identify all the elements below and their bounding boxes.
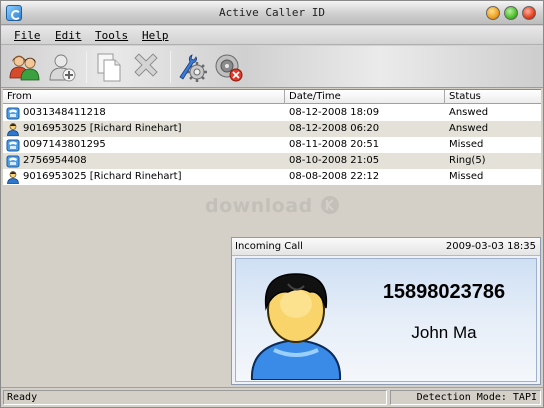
toolbar-separator	[170, 51, 171, 83]
caller-avatar-icon	[250, 273, 342, 380]
phone-icon	[6, 107, 20, 120]
delete-button[interactable]	[129, 50, 163, 84]
call-status: Missed	[449, 139, 484, 150]
minimize-button[interactable]	[486, 6, 500, 20]
menu-tools[interactable]: Tools	[95, 29, 128, 42]
settings-button[interactable]	[175, 50, 209, 84]
list-header: From Date/Time Status	[3, 90, 541, 104]
list-item[interactable]: 2756954408 08-10-2008 21:05 Ring(5)	[3, 153, 541, 169]
column-header-datetime[interactable]: Date/Time	[285, 90, 445, 104]
detection-mode-status: Detection Mode: TAPI	[390, 390, 541, 405]
call-status: Missed	[449, 171, 484, 182]
call-from: 2756954408	[23, 155, 87, 166]
disconnect-button[interactable]	[212, 50, 246, 84]
add-contact-icon	[49, 54, 76, 82]
copy-button[interactable]	[92, 50, 126, 84]
list-item[interactable]: 9016953025 [Richard Rinehart] 08-12-2008…	[3, 121, 541, 137]
status-text: Ready	[3, 390, 387, 405]
call-from: 9016953025 [Richard Rinehart]	[23, 123, 182, 134]
menu-file[interactable]: File	[14, 29, 41, 42]
person-icon	[7, 171, 19, 184]
contacts-button[interactable]	[7, 50, 41, 84]
copy-icon	[97, 53, 121, 82]
call-from: 0031348411218	[23, 107, 106, 118]
disconnect-icon	[215, 54, 243, 82]
list-item[interactable]: 0031348411218 08-12-2008 18:09 Answed	[3, 105, 541, 121]
incoming-call-body: 15898023786 John Ma	[235, 258, 537, 382]
delete-icon	[134, 53, 158, 77]
menu-help[interactable]: Help	[142, 29, 169, 42]
call-status: Ring(5)	[449, 155, 486, 166]
caller-name: John Ma	[411, 323, 477, 342]
column-header-from[interactable]: From	[3, 90, 285, 104]
person-icon	[7, 123, 19, 136]
watermark-logo-icon	[320, 196, 339, 214]
incoming-call-panel[interactable]: Incoming Call 2009-03-03 18:35 158980237…	[231, 237, 541, 385]
incoming-call-header: Incoming Call 2009-03-03 18:35	[232, 238, 540, 256]
call-datetime: 08-12-2008 18:09	[289, 107, 380, 118]
call-datetime: 08-08-2008 22:12	[289, 171, 380, 182]
call-datetime: 08-10-2008 21:05	[289, 155, 380, 166]
watermark-text: download	[205, 195, 313, 217]
menu-bar: File Edit Tools Help	[1, 26, 543, 45]
settings-icon	[179, 54, 207, 82]
call-datetime: 08-11-2008 20:51	[289, 139, 380, 150]
window-title: Active Caller ID	[219, 6, 325, 19]
menu-edit[interactable]: Edit	[55, 29, 82, 42]
list-item[interactable]: 9016953025 [Richard Rinehart] 08-08-2008…	[3, 169, 541, 185]
title-bar[interactable]: Active Caller ID	[1, 1, 543, 25]
column-header-status[interactable]: Status	[445, 90, 541, 104]
toolbar-separator	[86, 51, 87, 83]
caller-number: 15898023786	[382, 281, 506, 303]
contacts-icon	[9, 55, 40, 81]
call-list: From Date/Time Status 0031348411218 08-1…	[3, 89, 541, 185]
call-from: 9016953025 [Richard Rinehart]	[23, 171, 182, 182]
call-status: Answed	[449, 123, 489, 134]
status-bar: Ready Detection Mode: TAPI	[1, 387, 543, 407]
app-window: Active Caller ID File Edit Tools Help Fr…	[0, 0, 544, 408]
list-item[interactable]: 0097143801295 08-11-2008 20:51 Missed	[3, 137, 541, 153]
call-status: Answed	[449, 107, 489, 118]
call-from: 0097143801295	[23, 139, 106, 150]
phone-icon	[6, 139, 20, 152]
watermark-logo: download	[205, 195, 340, 217]
call-datetime: 08-12-2008 06:20	[289, 123, 380, 134]
maximize-button[interactable]	[504, 6, 518, 20]
close-button[interactable]	[522, 6, 536, 20]
phone-icon	[6, 155, 20, 168]
incoming-call-title: Incoming Call	[235, 241, 303, 252]
add-contact-button[interactable]	[45, 50, 79, 84]
incoming-call-time: 2009-03-03 18:35	[445, 241, 536, 252]
toolbar	[1, 46, 543, 88]
